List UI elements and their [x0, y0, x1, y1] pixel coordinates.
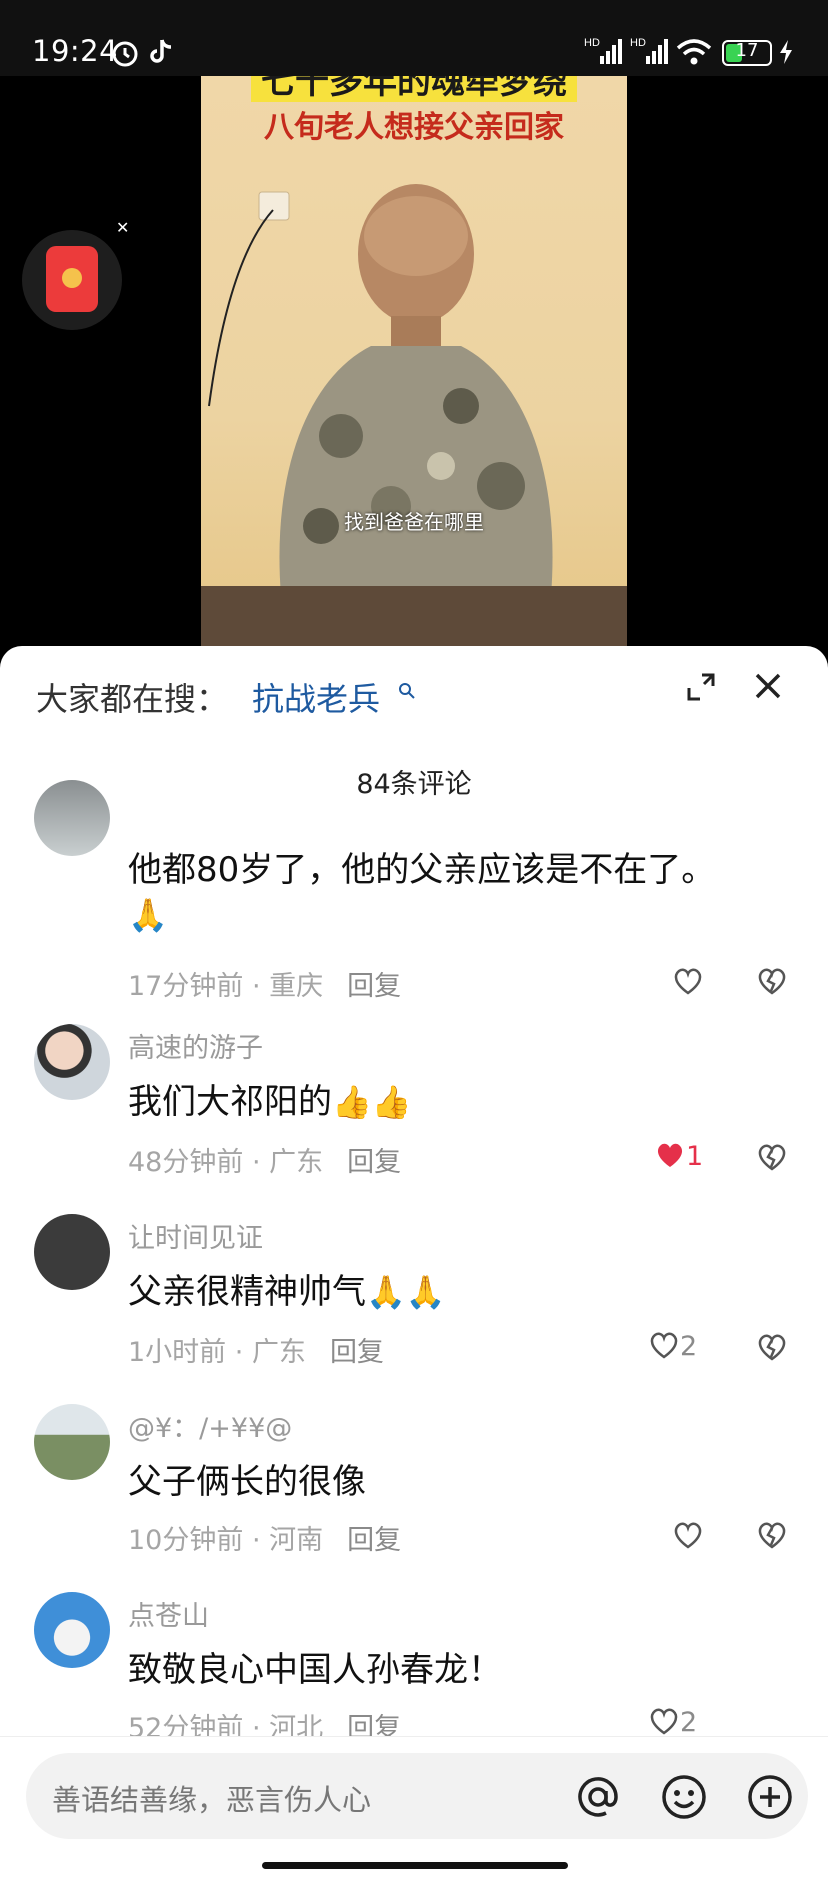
signal-icon-1: HD: [584, 37, 622, 64]
heart-filled-icon: [657, 1143, 683, 1167]
heart-icon[interactable]: [672, 966, 704, 996]
heart-icon: [650, 1708, 678, 1735]
comment-location: 重庆: [269, 971, 324, 1002]
comment-time: 1小时前: [128, 1337, 227, 1368]
battery-level: 17: [735, 40, 759, 61]
comment-input[interactable]: 善语结善缘，恶言伤人心: [26, 1753, 808, 1839]
comment-time: 10分钟前: [128, 1525, 244, 1556]
hot-search-term[interactable]: 抗战老兵: [252, 674, 380, 720]
comment-sheet: 大家都在搜： 抗战老兵 84条评论 他都80岁了，他的父亲应该是不在了。 🙏 1…: [0, 646, 828, 1887]
like-button[interactable]: 2: [648, 1330, 697, 1362]
broken-heart-icon[interactable]: [756, 1520, 788, 1550]
comment-username[interactable]: 高速的游子: [128, 1026, 263, 1065]
avatar[interactable]: [34, 780, 110, 856]
video-title-line2: 八旬老人想接父亲回家: [264, 110, 564, 145]
home-indicator[interactable]: [262, 1862, 568, 1869]
comment-text: 致敬良心中国人孙春龙！: [128, 1650, 502, 1690]
heart-icon: [650, 1332, 678, 1359]
comment-emoji: 👍👍: [332, 1083, 412, 1121]
heart-icon[interactable]: [672, 1520, 704, 1550]
comment-emoji: 🙏🙏: [366, 1273, 446, 1311]
comment-count: 84条评论: [356, 769, 472, 800]
video-frame[interactable]: 七十多年的魂牵梦绕 八旬老人想接父亲回家 找到爸爸在哪里: [201, 76, 627, 646]
comment-username[interactable]: @¥：/+¥¥@: [128, 1406, 292, 1445]
comment-username[interactable]: 让时间见证: [128, 1216, 263, 1255]
battery-icon: 17: [722, 40, 772, 66]
like-count: 2: [680, 1707, 698, 1738]
like-count: 2: [680, 1331, 698, 1362]
reply-button[interactable]: 回复: [347, 1525, 401, 1556]
comment-location: 广东: [269, 1147, 324, 1178]
comment-time: 48分钟前: [128, 1147, 244, 1178]
video-player[interactable]: 七十多年的魂牵梦绕 八旬老人想接父亲回家 找到爸爸在哪里 ✕: [0, 76, 828, 646]
comment-location: 广东: [251, 1337, 306, 1368]
video-subtitle: 找到爸爸在哪里: [344, 510, 484, 534]
svg-text:HD: HD: [630, 37, 646, 49]
reply-button[interactable]: 回复: [347, 1147, 401, 1178]
reply-button[interactable]: 回复: [347, 971, 401, 1002]
like-count: 1: [686, 1141, 704, 1172]
red-envelope-icon: [46, 246, 98, 312]
video-title-line1: 七十多年的魂牵梦绕: [251, 76, 577, 102]
like-button[interactable]: 1: [654, 1140, 703, 1172]
signal-icon-2: HD: [630, 37, 668, 64]
comment-username[interactable]: 点苍山: [128, 1594, 209, 1633]
expand-icon[interactable]: [686, 672, 716, 702]
reply-button[interactable]: 回复: [330, 1337, 384, 1368]
status-bar: 19:24 HD HD 17: [0, 0, 828, 76]
avatar[interactable]: [34, 1024, 110, 1100]
comment-location: 河南: [269, 1525, 324, 1556]
broken-heart-icon[interactable]: [756, 966, 788, 996]
svg-text:HD: HD: [584, 37, 600, 49]
broken-heart-icon[interactable]: [756, 1142, 788, 1172]
comment-text: 父子俩长的很像: [128, 1462, 366, 1502]
clock: 19:24: [32, 34, 119, 68]
comment-emoji: 🙏: [128, 896, 168, 934]
broken-heart-icon[interactable]: [756, 1332, 788, 1362]
add-icon[interactable]: [746, 1773, 794, 1821]
comment-text: 父亲很精神帅气: [128, 1272, 366, 1312]
charging-icon: [780, 40, 792, 64]
avatar[interactable]: [34, 1404, 110, 1480]
search-icon[interactable]: [398, 682, 416, 700]
comment-text: 我们大祁阳的: [128, 1082, 332, 1122]
avatar[interactable]: [34, 1214, 110, 1290]
emoji-icon[interactable]: [660, 1773, 708, 1821]
like-button[interactable]: 2: [648, 1706, 697, 1738]
tiktok-icon: [150, 39, 172, 63]
comment-time: 17分钟前: [128, 971, 244, 1002]
red-packet-close-icon[interactable]: ✕: [116, 218, 129, 237]
comment-text: 他都80岁了，他的父亲应该是不在了。: [128, 850, 716, 890]
hot-search-label: 大家都在搜：: [36, 680, 229, 718]
avatar[interactable]: [34, 1592, 110, 1668]
close-icon[interactable]: [752, 670, 784, 702]
wifi-icon: [676, 39, 712, 65]
alarm-icon: [112, 41, 138, 67]
red-packet-button[interactable]: [22, 230, 122, 330]
comment-input-placeholder: 善语结善缘，恶言伤人心: [52, 1783, 372, 1817]
at-mention-icon[interactable]: [574, 1773, 622, 1821]
